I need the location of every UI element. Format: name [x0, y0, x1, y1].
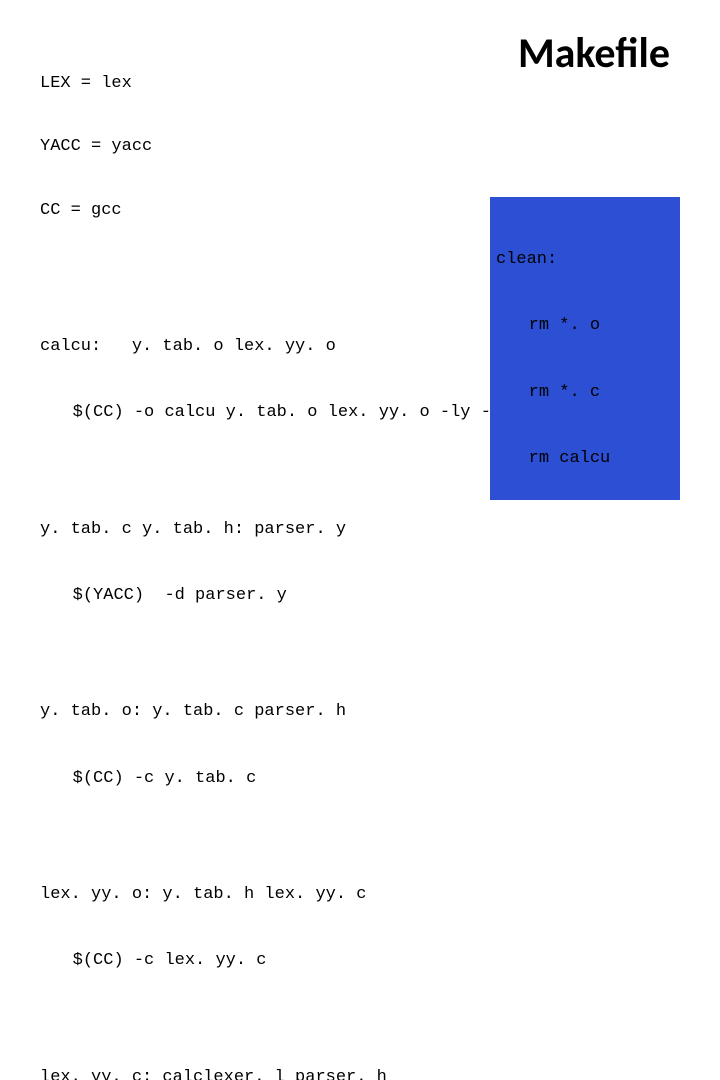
- rule-cmd: rm *. c: [496, 382, 666, 404]
- var-line: YACC = yacc: [40, 136, 152, 157]
- rule-cmd: $(YACC) -d parser. y: [40, 585, 680, 607]
- rule-target: y. tab. o: y. tab. c parser. h: [40, 701, 680, 723]
- rule-target: lex. yy. o: y. tab. h lex. yy. c: [40, 884, 680, 906]
- var-line: LEX = lex: [40, 73, 152, 94]
- rule-target: y. tab. c y. tab. h: parser. y: [40, 519, 680, 541]
- rule-target: clean:: [496, 249, 666, 271]
- rule-cmd: $(CC) -c y. tab. c: [40, 768, 680, 790]
- page-title: Makefile: [518, 28, 670, 79]
- rule-target: lex. yy. c: calclexer. l parser. h: [40, 1067, 680, 1080]
- rule-cmd: $(CC) -c lex. yy. c: [40, 950, 680, 972]
- clean-rule-box: clean: rm *. o rm *. c rm calcu: [490, 197, 680, 500]
- rule-ytab-o: y. tab. o: y. tab. c parser. h $(CC) -c …: [40, 657, 680, 812]
- rule-lexyy-o: lex. yy. o: y. tab. h lex. yy. c $(CC) -…: [40, 840, 680, 995]
- rule-cmd: rm *. o: [496, 315, 666, 337]
- variable-defs: LEX = lex YACC = yacc CC = gcc: [40, 30, 152, 264]
- rule-lexyy-c: lex. yy. c: calclexer. l parser. h $(LEX…: [40, 1022, 680, 1080]
- var-line: CC = gcc: [40, 200, 152, 221]
- rule-cmd: rm calcu: [496, 448, 666, 470]
